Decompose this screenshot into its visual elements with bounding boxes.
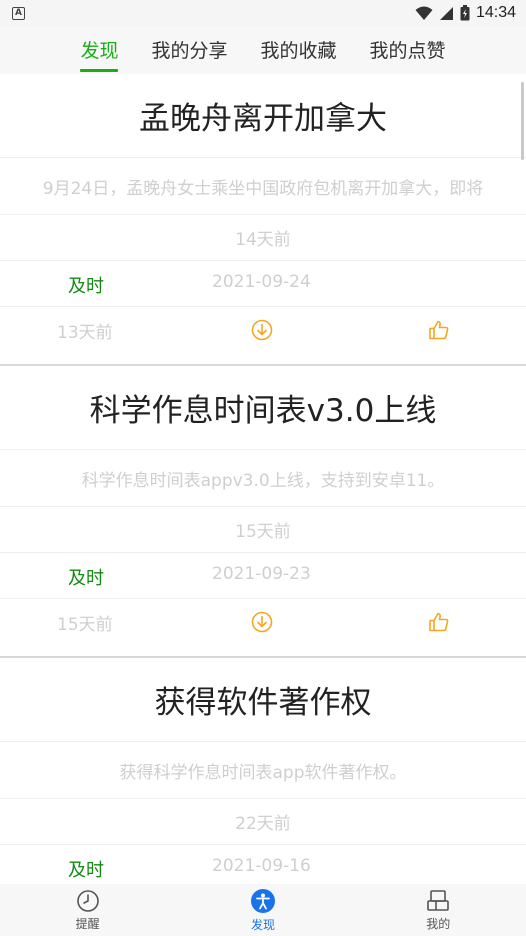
scrollbar[interactable]	[521, 82, 524, 160]
post-card[interactable]: 科学作息时间表v3.0上线 科学作息时间表appv3.0上线，支持到安卓11。 …	[0, 366, 526, 658]
clock-time: 14:34	[475, 4, 516, 21]
tab-discover[interactable]: 发现	[80, 36, 119, 72]
post-tag: 及时	[68, 568, 104, 589]
post-time-ago: 22天前	[0, 799, 526, 845]
post-tag: 及时	[68, 860, 104, 881]
nav-label: 提醒	[75, 916, 100, 931]
wifi-icon	[415, 6, 433, 20]
post-summary: 获得科学作息时间表app软件著作权。	[0, 742, 526, 799]
nav-label: 我的	[426, 916, 451, 931]
post-title: 科学作息时间表v3.0上线	[0, 366, 526, 450]
thumbs-up-icon[interactable]	[428, 611, 450, 633]
tab-my-likes[interactable]: 我的点赞	[370, 36, 446, 72]
clock-icon	[76, 889, 99, 912]
post-date: 2021-09-24	[212, 272, 311, 292]
feed-list[interactable]: 孟晚舟离开加拿大 9月24日，孟晚舟女士乘坐中国政府包机离开加拿大，即将 14天…	[0, 74, 526, 884]
post-updated-ago: 13天前	[57, 323, 113, 343]
profile-icon	[427, 889, 450, 911]
nav-discover[interactable]: 发现	[203, 888, 323, 933]
thumbs-up-icon[interactable]	[428, 319, 450, 341]
tab-my-shares[interactable]: 我的分享	[151, 36, 227, 72]
post-date: 2021-09-16	[212, 856, 311, 876]
post-date: 2021-09-23	[212, 564, 311, 584]
post-title: 孟晚舟离开加拿大	[0, 74, 526, 158]
accessibility-notification-icon: A	[12, 6, 25, 20]
battery-icon	[460, 5, 470, 21]
download-icon[interactable]	[251, 611, 273, 633]
post-card[interactable]: 孟晚舟离开加拿大 9月24日，孟晚舟女士乘坐中国政府包机离开加拿大，即将 14天…	[0, 74, 526, 366]
person-icon	[250, 888, 275, 913]
post-summary: 9月24日，孟晚舟女士乘坐中国政府包机离开加拿大，即将	[0, 158, 526, 215]
post-time-ago: 15天前	[0, 507, 526, 553]
signal-icon	[439, 6, 453, 20]
nav-reminder[interactable]: 提醒	[28, 889, 148, 932]
post-time-ago: 14天前	[0, 215, 526, 261]
nav-label: 发现	[250, 917, 275, 932]
tab-my-favorites[interactable]: 我的收藏	[261, 36, 337, 72]
download-icon[interactable]	[251, 319, 273, 341]
nav-mine[interactable]: 我的	[378, 889, 498, 932]
post-tag: 及时	[68, 276, 104, 297]
post-updated-ago: 15天前	[57, 615, 113, 635]
post-title: 获得软件著作权	[0, 658, 526, 742]
post-card[interactable]: 获得软件著作权 获得科学作息时间表app软件著作权。 22天前 及时 2021-…	[0, 658, 526, 884]
top-tab-bar: 发现 我的分享 我的收藏 我的点赞	[0, 26, 526, 74]
bottom-nav: 提醒 发现 我的	[0, 884, 526, 936]
post-summary: 科学作息时间表appv3.0上线，支持到安卓11。	[0, 450, 526, 507]
status-bar: A 14:34	[0, 0, 526, 26]
